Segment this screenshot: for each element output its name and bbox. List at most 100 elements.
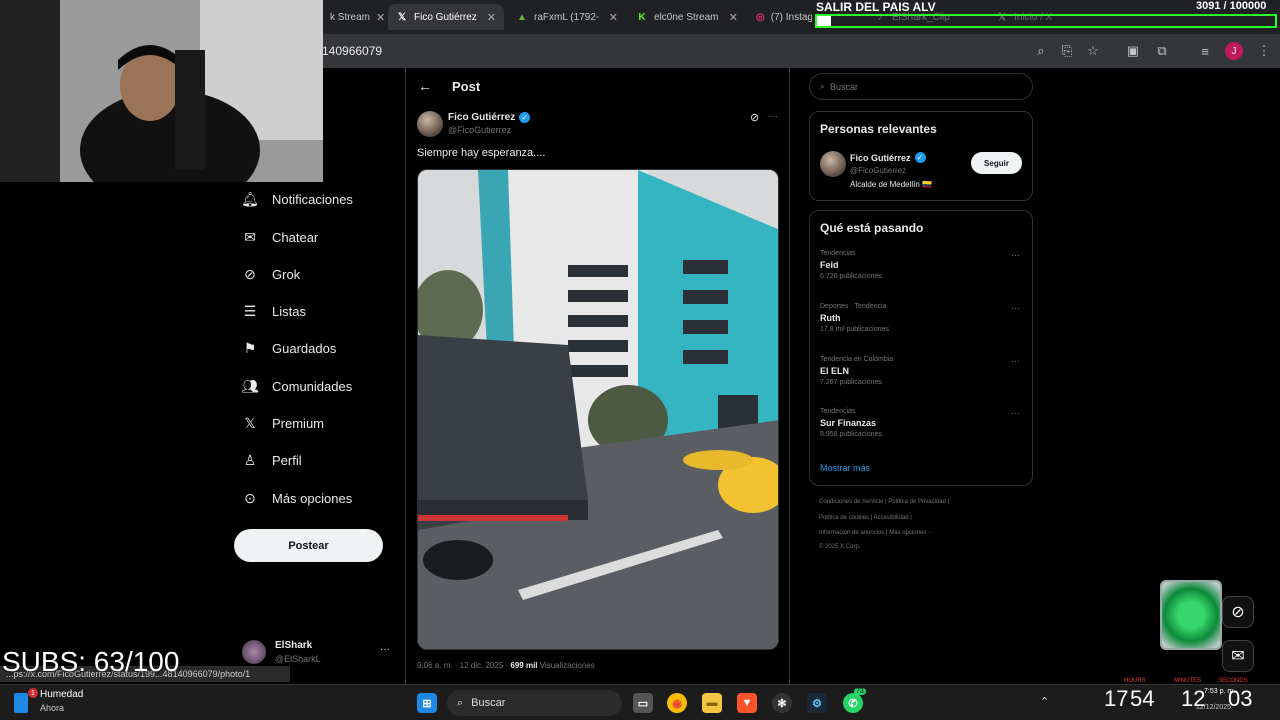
subs-counter: SUBS: 63/100 — [2, 646, 180, 677]
trend-more-icon[interactable]: ··· — [1011, 303, 1020, 313]
tab-stream[interactable]: k Stream ✕ — [322, 4, 384, 30]
author-name-row[interactable]: Fico Gutiérrez ✓ — [448, 112, 531, 123]
weather-badge: 1 — [28, 688, 38, 698]
views-label: Visualizaciones — [537, 661, 595, 670]
footer-links[interactable]: Política de cookies | Accesibilidad | — [819, 515, 912, 521]
author-avatar[interactable] — [417, 111, 443, 137]
person-bio: Alcalde de Medellín 🇨🇴 — [850, 180, 933, 189]
taskbar-search[interactable]: ⌕ Buscar — [447, 690, 622, 716]
close-tab-icon[interactable]: ✕ — [609, 11, 618, 24]
install-icon[interactable]: ⎘ — [1058, 42, 1076, 60]
close-tab-icon[interactable]: ✕ — [376, 11, 384, 24]
trend-count: 7.267 publicaciones — [820, 379, 882, 386]
person-avatar[interactable] — [820, 151, 846, 177]
reader-icon[interactable]: ▣ — [1124, 42, 1142, 60]
bell-icon: 🔔︎ — [241, 190, 259, 207]
person-handle: @FicoGutierrez — [850, 166, 907, 175]
close-tab-icon[interactable]: ✕ — [729, 11, 738, 24]
trend-more-icon[interactable]: ··· — [1011, 408, 1020, 418]
steam-icon[interactable]: ⚙ — [807, 693, 827, 713]
post-more-icon[interactable]: ··· — [768, 111, 778, 122]
task-view-icon[interactable]: ▭ — [633, 693, 653, 713]
media-icon[interactable]: ≡ — [1196, 42, 1214, 60]
star-icon[interactable]: ☆ — [1084, 42, 1102, 60]
goal-count: 3091 / 100000 — [1196, 0, 1267, 12]
trend-item[interactable]: Tendencias Feid 6.726 publicaciones ··· — [820, 250, 1020, 280]
follow-button[interactable]: Seguir — [971, 152, 1022, 174]
views-count: 699 mil — [510, 661, 538, 670]
url-field[interactable]: 140966079 — [322, 44, 382, 58]
whatsapp-icon[interactable]: ✆ — [843, 693, 863, 713]
envelope-icon[interactable]: ✉ — [1222, 640, 1254, 672]
nav-label: Comunidades — [272, 378, 353, 394]
back-arrow-icon[interactable]: ← — [418, 78, 432, 94]
trend-count: 6.726 publicaciones — [820, 273, 882, 280]
trend-meta: Tendencia en Colombia — [820, 356, 894, 363]
profile-avatar[interactable]: J — [1225, 42, 1243, 60]
tab-fico-gutierrez[interactable]: 𝕏 Fico Gutiérrez ✕ — [388, 4, 504, 30]
envelope-icon: ✉ — [244, 228, 256, 245]
zoom-icon[interactable]: ⌕ — [1032, 42, 1050, 60]
tab-instagram[interactable]: ◎ (7) Instagram — [748, 4, 812, 30]
show-more-link[interactable]: Mostrar más — [820, 463, 870, 473]
tab-elc0ne[interactable]: K elc0ne Stream ✕ — [628, 4, 746, 30]
nav-mas-opciones[interactable]: ⊙ Más opciones — [242, 483, 352, 513]
brave-icon[interactable]: ▼ — [737, 693, 757, 713]
trend-item[interactable]: Tendencias Sur Finanzas 8.958 publicacio… — [820, 408, 1020, 438]
post-button[interactable]: Postear — [234, 529, 383, 562]
person-name: Fico Gutiérrez — [850, 152, 911, 163]
nav-premium[interactable]: 𝕏 Premium — [242, 408, 324, 438]
close-tab-icon[interactable]: ✕ — [487, 11, 496, 24]
trend-meta: Deportes · Tendencia — [820, 303, 887, 310]
taskbar: 1 Humedad Ahora ⊞ ⌕ Buscar ▭ ◉ ▬ ▼ ✻ ⚙ ✆… — [0, 684, 1280, 720]
nav-chatear[interactable]: ✉ Chatear — [242, 222, 318, 252]
trend-item[interactable]: Deportes · Tendencia Ruth 17,8 mil publi… — [820, 303, 1020, 333]
account-more-icon[interactable]: ··· — [380, 644, 390, 655]
nav-grok[interactable]: ⊘ Grok — [242, 259, 300, 289]
weather-sub: Ahora — [40, 703, 65, 713]
openai-icon[interactable]: ✻ — [772, 693, 792, 713]
page-title: Post — [452, 79, 481, 94]
search-placeholder: Buscar — [830, 81, 859, 92]
search-input[interactable]: ⌕ Buscar — [809, 73, 1033, 100]
nav-label: Listas — [272, 303, 306, 319]
account-switcher[interactable]: ElShark @ElSharkL ··· — [242, 640, 392, 668]
trend-more-icon[interactable]: ··· — [1011, 250, 1020, 260]
weather-label[interactable]: Humedad — [40, 689, 83, 700]
trend-count: 17,8 mil publicaciones — [820, 326, 889, 333]
nav-comunidades[interactable]: 👥︎ Comunidades — [241, 371, 353, 401]
timer-label-seconds: SECONDS — [1218, 678, 1248, 684]
windows-start-icon[interactable]: ⊞ — [417, 693, 437, 713]
footer-links[interactable]: Condiciones de Servicio | Política de Pr… — [819, 499, 949, 505]
footer-links[interactable]: Información de anuncios | Más opciones ·… — [819, 530, 934, 536]
tray-chevron-icon[interactable]: ⌃ — [1040, 695, 1049, 708]
menu-icon[interactable]: ⋮ — [1255, 42, 1273, 60]
nav-label: Guardados — [272, 340, 337, 356]
avatar — [242, 640, 266, 664]
extensions-icon[interactable]: ⧉ — [1153, 42, 1171, 60]
nav-listas[interactable]: ☰ Listas — [242, 296, 306, 326]
grok-icon[interactable]: ⊘ — [1222, 596, 1254, 628]
nav-notificaciones[interactable]: 🔔︎ Notificaciones — [241, 184, 353, 214]
webcam-feed — [0, 0, 323, 182]
nav-perfil[interactable]: ♙ Perfil — [242, 445, 302, 475]
trend-item[interactable]: Tendencia en Colombia El ELN 7.267 publi… — [820, 356, 1020, 386]
chrome-icon[interactable]: ◉ — [667, 693, 687, 713]
folder-icon[interactable]: ▬ — [702, 693, 722, 713]
goal-title: SALIR DEL PAIS ALV — [816, 0, 936, 14]
post-photo[interactable] — [417, 169, 779, 650]
goal-progress-fill — [817, 16, 832, 26]
clock-date: 12/12/2025 — [1196, 704, 1232, 711]
card-title: Personas relevantes — [820, 122, 937, 136]
trend-more-icon[interactable]: ··· — [1011, 356, 1020, 366]
goal-progress-bar — [815, 14, 1277, 28]
person-name-row[interactable]: Fico Gutiérrez ✓ — [850, 152, 926, 163]
account-name: ElShark — [275, 640, 313, 651]
timer-label-minutes: MINUTES — [1174, 678, 1201, 684]
grok-icon[interactable]: ⊘ — [750, 111, 759, 124]
nav-guardados[interactable]: ⚑ Guardados — [242, 333, 337, 363]
people-icon: 👥︎ — [241, 377, 259, 394]
weather-icon[interactable] — [14, 693, 28, 713]
tab-rafxml[interactable]: ▲ raFxmL (1792- ✕ — [508, 4, 626, 30]
account-handle: @ElSharkL — [275, 654, 321, 664]
